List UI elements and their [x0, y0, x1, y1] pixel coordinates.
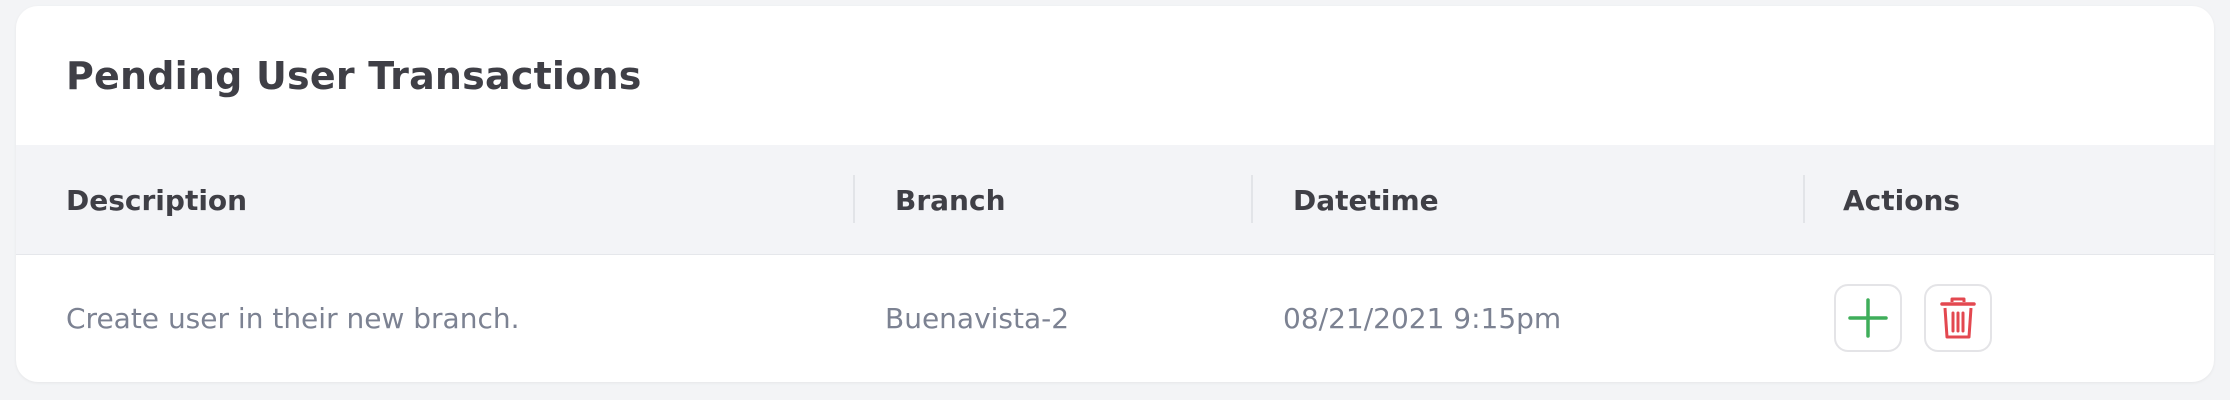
- column-header-branch[interactable]: Branch: [895, 145, 1006, 255]
- card-header: Pending User Transactions: [16, 6, 2214, 145]
- cell-branch: Buenavista-2: [885, 301, 1070, 335]
- column-header-actions: Actions: [1843, 183, 1961, 217]
- card-title: Pending User Transactions: [66, 53, 642, 98]
- transactions-table: Description Branch Datetime Actions Crea…: [16, 145, 2214, 381]
- cell-description: Create user in their new branch.: [66, 301, 520, 335]
- column-header-description[interactable]: Description: [66, 145, 247, 255]
- column-divider: [853, 175, 855, 223]
- table-header: Description Branch Datetime Actions: [16, 145, 2214, 255]
- delete-button[interactable]: [1924, 284, 1992, 352]
- trash-icon: [1940, 297, 1976, 339]
- cell-actions: [1834, 255, 1992, 381]
- column-divider: [1803, 175, 1805, 223]
- plus-icon: [1848, 298, 1888, 338]
- column-divider: [1251, 175, 1253, 223]
- approve-button[interactable]: [1834, 284, 1902, 352]
- pending-transactions-card: Pending User Transactions Description Br…: [16, 6, 2214, 382]
- cell-datetime: 08/21/2021 9:15pm: [1283, 301, 1562, 335]
- table-body: Create user in their new branch. Buenavi…: [16, 255, 2214, 381]
- column-header-datetime[interactable]: Datetime: [1293, 145, 1439, 255]
